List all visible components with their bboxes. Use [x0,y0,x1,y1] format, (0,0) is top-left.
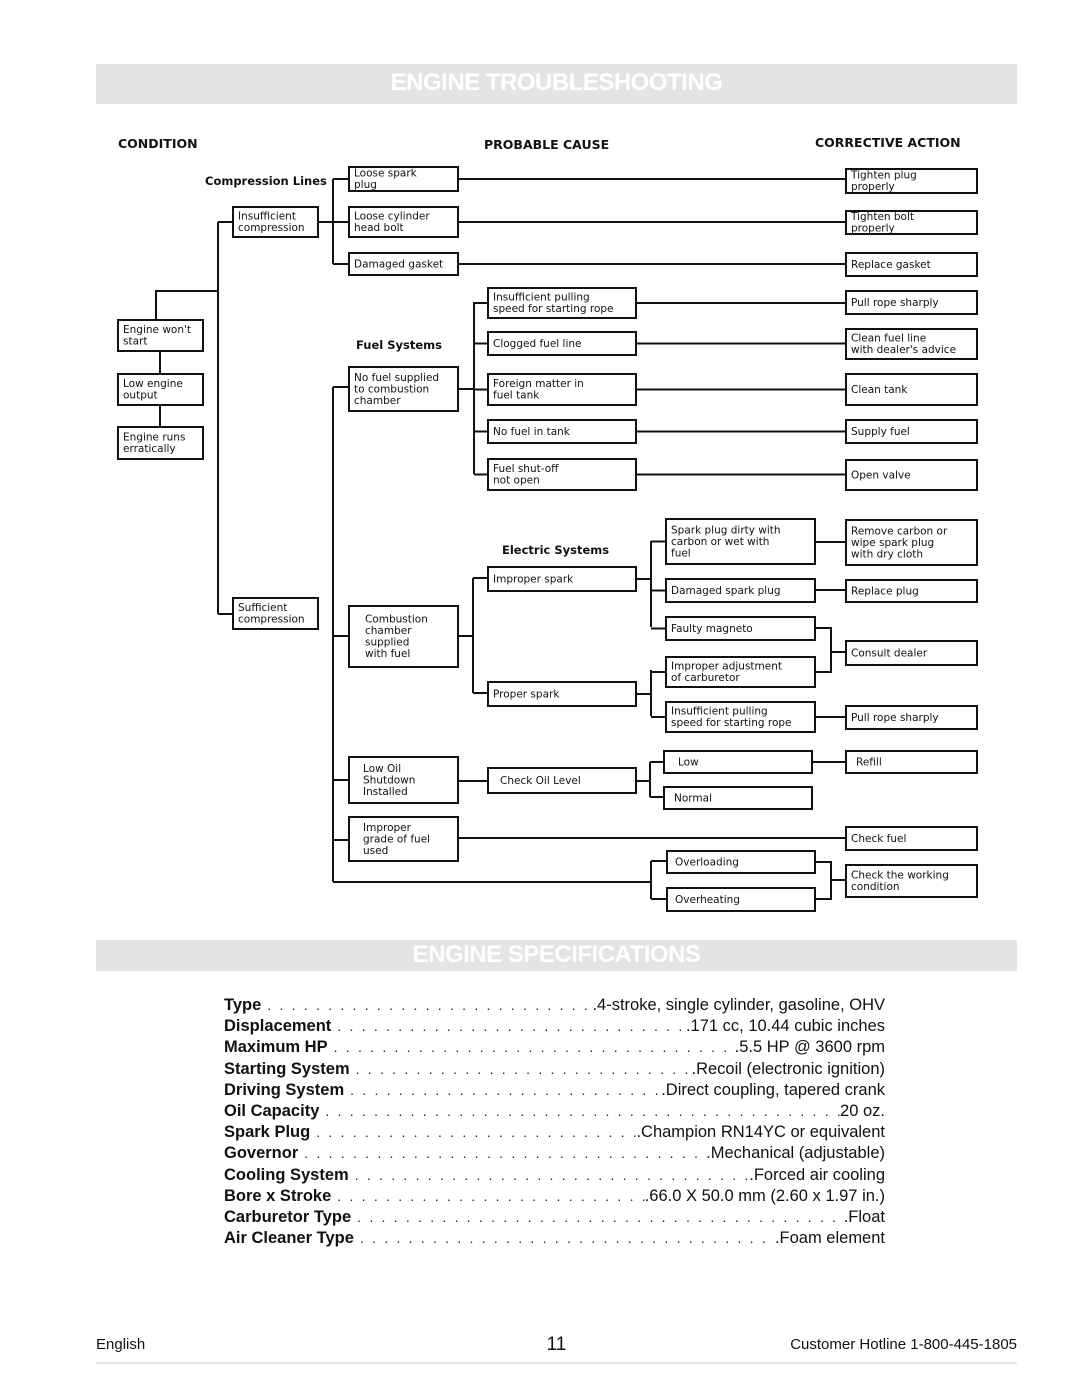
spec-value: .Recoil (electronic ignition) [691,1059,885,1079]
spec-row: Cooling System .Forced air cooling [224,1165,885,1187]
spec-label: Starting System [224,1059,356,1079]
action-check-fuel: Check fuel [851,833,906,845]
cause-box: Damaged gasket [354,258,443,270]
spec-label: Governor [224,1144,305,1164]
action-box: Replace gasket [851,259,931,271]
action-box: Pull rope sharply [851,712,939,724]
troubleshooting-flowchart: CONDITION PROBABLE CAUSE CORRECTIVE ACTION… [96,104,1017,934]
cause-box: Clogged fuel line [493,338,581,350]
spec-label: Carburetor Type [224,1207,358,1227]
spec-row: Oil Capacity 20 oz. [224,1101,885,1123]
spec-value: 20 oz. [840,1101,885,1121]
spec-value: .171 cc, 10.44 cubic inches [685,1017,885,1037]
troubleshooting-banner: ENGINE TROUBLESHOOTING [96,64,1017,104]
spec-value: .66.0 X 50.0 mm (2.60 x 1.97 in.) [644,1186,885,1206]
overloading: Overloading [675,856,739,868]
header-probable-cause: PROBABLE CAUSE [484,137,609,152]
specifications-banner: ENGINE SPECIFICATIONS [96,940,1017,971]
cause-box: No fuel in tank [493,426,571,438]
page-footer: English 11 Customer Hotline 1-800-445-18… [96,1334,1017,1356]
action-box: Pull rope sharply [851,297,939,309]
spec-label: Cooling System [224,1165,355,1185]
spec-row: Carburetor Type .Float [224,1207,885,1229]
check-oil-level: Check Oil Level [500,775,581,787]
spec-label: Driving System [224,1080,351,1100]
spec-row: Starting System .Recoil (electronic ignit… [224,1059,885,1081]
spec-row: Air Cleaner Type .Foam element [224,1229,885,1250]
spec-leader-dots [316,1124,636,1140]
group-label-electric: Electric Systems [502,543,609,557]
oil-normal: Normal [674,792,712,804]
action-box: Open valve [851,469,911,481]
spec-value: .Direct coupling, tapered crank [661,1080,885,1100]
spec-row: Type .4-stroke, single cylinder, gasoline… [224,996,885,1017]
spec-value: .Mechanical (adjustable) [706,1144,885,1164]
spec-leader-dots [356,1061,692,1077]
spec-row: Maximum HP .5.5 HP @ 3600 rpm [224,1038,885,1059]
header-corrective-action: CORRECTIVE ACTION [815,135,961,150]
spec-label: Maximum HP [224,1038,334,1058]
spec-leader-dots [304,1145,706,1161]
specifications-list: Type .4-stroke, single cylinder, gasoline… [224,996,885,1250]
spec-row: Bore x Stroke .66.0 X 50.0 mm (2.60 x 1.9… [224,1186,885,1208]
group-label-fuel: Fuel Systems [356,338,442,352]
spec-value: .Champion RN14YC or equivalent [636,1123,885,1143]
spec-leader-dots [267,997,592,1013]
action-box-consult-dealer: Consult dealer [851,647,928,659]
spec-row: Spark Plug .Champion RN14YC or equivalent [224,1123,885,1144]
spec-leader-dots [350,1082,661,1098]
spec-label: Air Cleaner Type [224,1229,360,1249]
action-box: Supply fuel [851,426,910,438]
insufficient-compression: Insufficient compression [238,211,305,235]
oil-low: Low [678,756,699,768]
action-box: Replace plug [851,585,919,597]
spec-leader-dots [325,1103,840,1119]
spec-value: .Float [843,1207,885,1227]
spec-label: Oil Capacity [224,1101,326,1121]
spec-leader-dots [357,1209,844,1225]
spec-leader-dots [360,1230,775,1246]
connector-line [155,290,218,320]
connector-line [815,861,832,900]
spec-value: .Foam element [774,1229,885,1249]
spec-value: .4-stroke, single cylinder, gasoline, OH… [592,996,885,1015]
action-refill: Refill [856,756,882,768]
spec-label: Displacement [224,1017,338,1037]
header-condition: CONDITION [118,136,198,151]
overheating: Overheating [675,894,740,906]
connector-line [815,627,832,673]
spec-leader-dots [355,1167,750,1183]
spec-value: .Forced air cooling [749,1165,885,1185]
cause-box: Damaged spark plug [671,585,781,597]
spec-row: Displacement .171 cc, 10.44 cubic inches [224,1017,885,1038]
spec-label: Type [224,996,268,1015]
spec-row: Governor .Mechanical (adjustable) [224,1144,885,1165]
group-label-compression: Compression Lines [205,174,327,188]
cause-box: Faulty magneto [671,623,753,635]
proper-spark: Proper spark [493,688,560,700]
spec-label: Bore x Stroke [224,1186,338,1206]
improper-spark: Improper spark [493,573,574,585]
spec-label: Spark Plug [224,1123,317,1143]
spec-leader-dots [334,1039,735,1055]
spec-row: Driving System .Direct coupling, tapered … [224,1080,885,1102]
spec-leader-dots [337,1188,644,1204]
footer-divider [96,1362,1017,1364]
customer-hotline: Customer Hotline 1-800-445-1805 [790,1336,1017,1353]
action-box: Clean tank [851,384,908,396]
spec-value: .5.5 HP @ 3600 rpm [734,1038,885,1058]
spec-leader-dots [337,1018,686,1034]
